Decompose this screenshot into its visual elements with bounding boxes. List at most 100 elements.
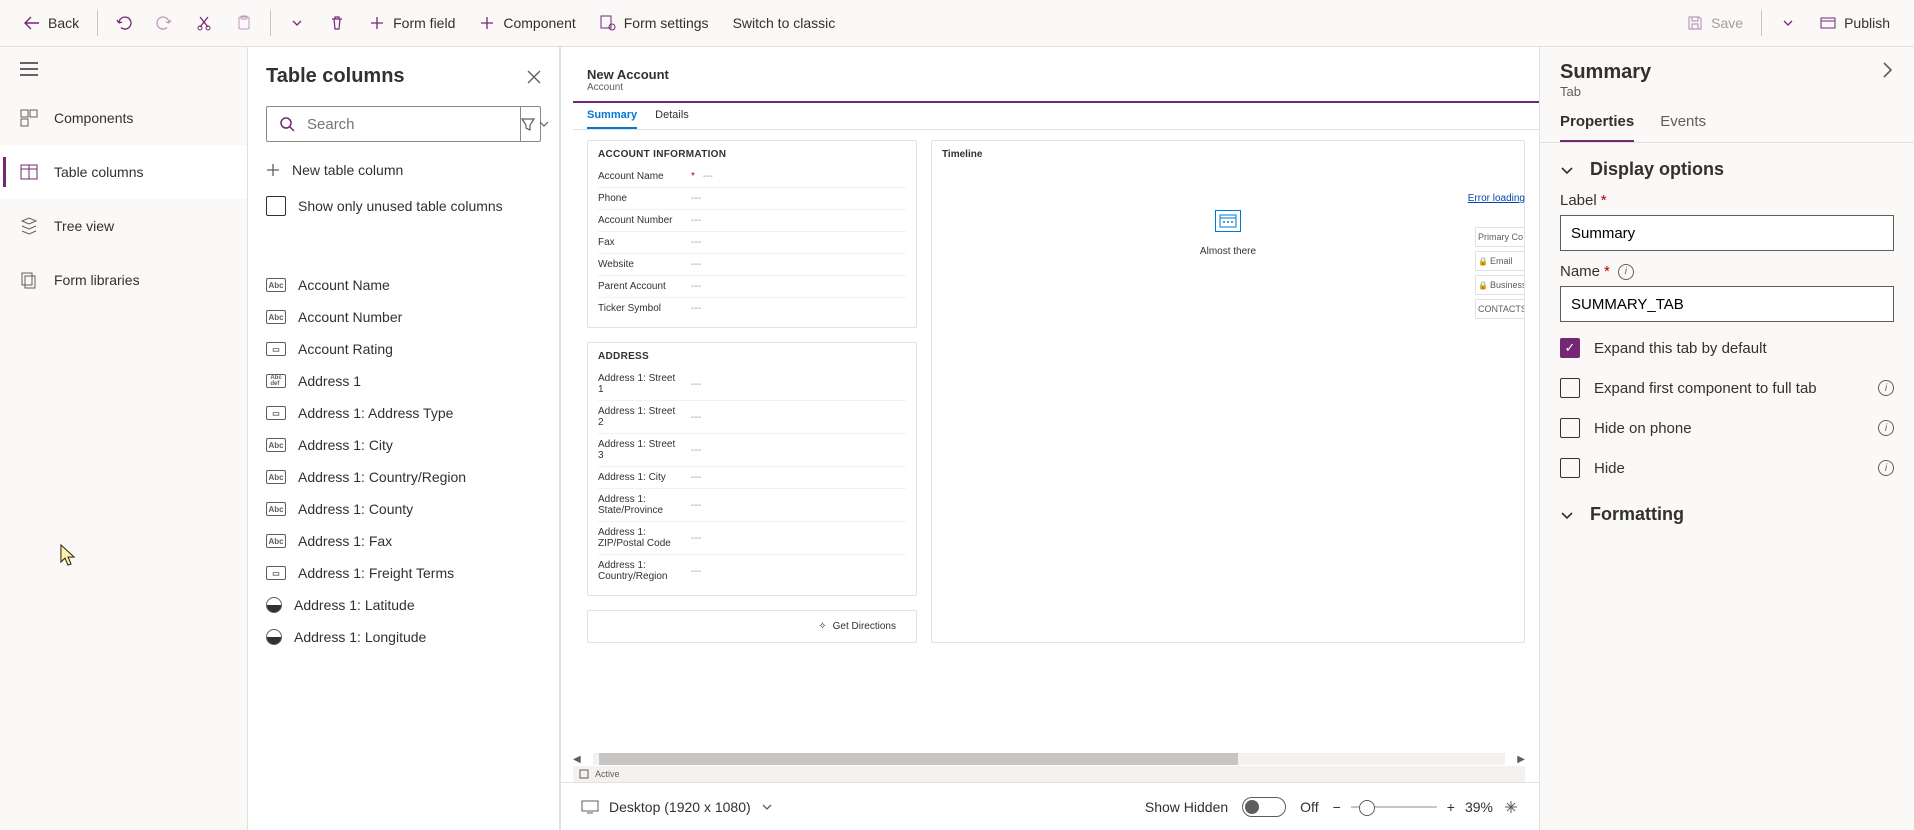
form-field[interactable]: Address 1: Street 1---: [598, 368, 906, 401]
expand-pane-button[interactable]: [1880, 61, 1894, 79]
status-active: Active: [595, 769, 620, 779]
table-column-item[interactable]: AbcAccount Number: [248, 301, 559, 333]
add-component-button[interactable]: Component: [469, 9, 585, 37]
expand-default-checkbox[interactable]: ✓: [1560, 338, 1580, 358]
scroll-left-icon[interactable]: ◀: [573, 754, 581, 765]
name-input[interactable]: [1560, 286, 1894, 322]
form-tab[interactable]: Summary: [587, 109, 637, 129]
rail-item-form-libraries[interactable]: Form libraries: [0, 253, 247, 307]
hide-checkbox[interactable]: [1560, 458, 1580, 478]
unused-checkbox[interactable]: [266, 196, 286, 216]
hamburger-button[interactable]: [0, 47, 247, 91]
hide-phone-checkbox[interactable]: [1560, 418, 1580, 438]
form-field[interactable]: Website---: [598, 254, 906, 276]
form-field[interactable]: Address 1: Country/Region---: [598, 555, 906, 587]
rail-item-table-columns[interactable]: Table columns: [0, 145, 247, 199]
search-input[interactable]: [305, 115, 508, 134]
form-settings-button[interactable]: Form settings: [590, 9, 719, 37]
cut-button[interactable]: [186, 9, 222, 37]
zoom-slider[interactable]: [1351, 806, 1437, 808]
hamburger-icon: [20, 62, 38, 76]
redo-icon: [156, 15, 172, 31]
formatting-accordion[interactable]: Formatting: [1540, 488, 1914, 531]
error-loading-link[interactable]: Error loading: [1468, 193, 1525, 204]
toggle-state: Off: [1300, 799, 1318, 815]
info-icon[interactable]: i: [1878, 460, 1894, 476]
table-column-item[interactable]: AbcAddress 1: Country/Region: [248, 461, 559, 493]
table-column-item[interactable]: ▭Address 1: Freight Terms: [248, 557, 559, 589]
chevron-down-icon: [761, 801, 773, 813]
table-column-item[interactable]: AbcAddress 1: County: [248, 493, 559, 525]
header-strip-item[interactable]: CONTACTS: [1475, 299, 1525, 319]
paste-button[interactable]: [226, 9, 262, 37]
field-value: ---: [691, 472, 701, 483]
info-icon[interactable]: i: [1618, 264, 1634, 280]
form-field[interactable]: Parent Account---: [598, 276, 906, 298]
undo-button[interactable]: [106, 9, 142, 37]
table-column-item[interactable]: AbcAddress 1: Fax: [248, 525, 559, 557]
column-label: Account Rating: [298, 341, 393, 357]
table-columns-list[interactable]: AbcAccount NameAbcAccount Number▭Account…: [248, 269, 559, 830]
form-field[interactable]: Address 1: ZIP/Postal Code---: [598, 522, 906, 555]
field-value: ---: [691, 281, 701, 292]
form-field-label: Form field: [393, 15, 455, 31]
form-field[interactable]: Address 1: Street 2---: [598, 401, 906, 434]
table-column-item[interactable]: AbcAccount Name: [248, 269, 559, 301]
chevron-down-icon: [1560, 163, 1574, 177]
unused-label: Show only unused table columns: [298, 198, 503, 214]
filter-icon: [521, 117, 535, 131]
plus-icon: [479, 15, 495, 31]
form-field[interactable]: Address 1: City---: [598, 467, 906, 489]
back-button[interactable]: Back: [14, 9, 89, 37]
add-form-field-button[interactable]: Form field: [359, 9, 465, 37]
props-tab[interactable]: Events: [1660, 113, 1706, 142]
close-panel-button[interactable]: [527, 70, 541, 84]
rail-item-tree-view[interactable]: Tree view: [0, 199, 247, 253]
form-field[interactable]: Account Name*---: [598, 166, 906, 188]
delete-button[interactable]: [319, 9, 355, 37]
switch-classic-button[interactable]: Switch to classic: [723, 9, 846, 37]
form-field[interactable]: Ticker Symbol---: [598, 298, 906, 319]
info-icon[interactable]: i: [1878, 380, 1894, 396]
header-strip-item[interactable]: Business: [1475, 275, 1525, 295]
timeline-section[interactable]: Timeline Almost there: [931, 140, 1525, 643]
table-column-item[interactable]: AbcdefAddress 1: [248, 365, 559, 397]
canvas-hscroll[interactable]: ◀ ▶: [573, 752, 1525, 766]
table-column-item[interactable]: AbcAddress 1: City: [248, 429, 559, 461]
filter-button[interactable]: [520, 107, 549, 141]
header-strip-item[interactable]: Email: [1475, 251, 1525, 271]
form-field[interactable]: Address 1: Street 3---: [598, 434, 906, 467]
paste-chevron[interactable]: [279, 9, 315, 37]
show-hidden-toggle[interactable]: [1242, 797, 1286, 817]
publish-button[interactable]: Publish: [1810, 9, 1900, 37]
save-button[interactable]: Save: [1677, 9, 1753, 37]
form-field[interactable]: Address 1: State/Province---: [598, 489, 906, 522]
table-column-item[interactable]: Address 1: Longitude: [248, 621, 559, 653]
form-field[interactable]: Account Number---: [598, 210, 906, 232]
label-input[interactable]: [1560, 215, 1894, 251]
zoom-in-button[interactable]: +: [1447, 799, 1455, 815]
form-tab[interactable]: Details: [655, 109, 689, 129]
save-chevron[interactable]: [1770, 9, 1806, 37]
fit-icon[interactable]: [1503, 799, 1519, 815]
address-section[interactable]: ADDRESS Address 1: Street 1---Address 1:…: [587, 342, 917, 596]
props-tab[interactable]: Properties: [1560, 113, 1634, 142]
scroll-right-icon[interactable]: ▶: [1517, 754, 1525, 765]
table-column-item[interactable]: ▭Account Rating: [248, 333, 559, 365]
zoom-out-button[interactable]: −: [1333, 799, 1341, 815]
table-column-item[interactable]: Address 1: Latitude: [248, 589, 559, 621]
rail-item-components[interactable]: Components: [0, 91, 247, 145]
info-icon[interactable]: i: [1878, 420, 1894, 436]
new-table-column-button[interactable]: New table column: [248, 154, 559, 186]
redo-button[interactable]: [146, 9, 182, 37]
table-column-item[interactable]: ▭Address 1: Address Type: [248, 397, 559, 429]
chevron-down-icon: [1780, 15, 1796, 31]
device-selector[interactable]: Desktop (1920 x 1080): [581, 799, 773, 815]
header-strip-item[interactable]: Primary Co: [1475, 227, 1525, 247]
form-field[interactable]: Fax---: [598, 232, 906, 254]
account-info-section[interactable]: ACCOUNT INFORMATION Account Name*---Phon…: [587, 140, 917, 328]
form-field[interactable]: Phone---: [598, 188, 906, 210]
get-directions-row[interactable]: ✧ Get Directions: [587, 610, 917, 643]
expand-first-checkbox[interactable]: [1560, 378, 1580, 398]
display-options-accordion[interactable]: Display options: [1540, 143, 1914, 186]
